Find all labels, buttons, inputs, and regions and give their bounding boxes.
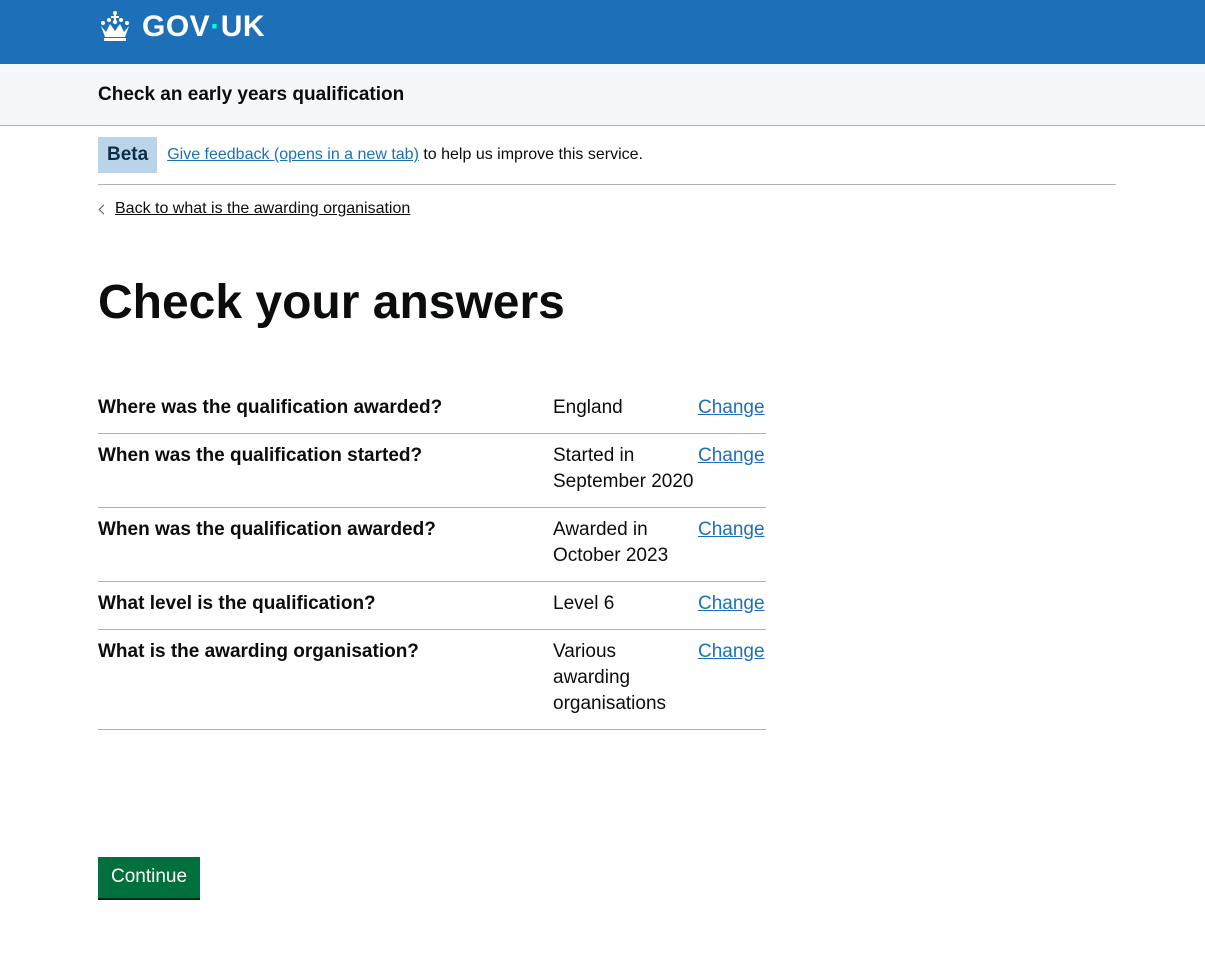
summary-value: Various awarding organisations xyxy=(553,641,667,714)
page-title: Check your answers xyxy=(98,276,565,329)
summary-action: Change xyxy=(698,395,765,421)
chevron-left-icon xyxy=(98,204,109,214)
summary-key: What level is the qualification? xyxy=(98,593,376,614)
change-link-awarded-date[interactable]: Change xyxy=(698,519,765,540)
continue-button[interactable]: Continue xyxy=(98,857,201,898)
summary-action: Change xyxy=(698,639,765,717)
change-link-level[interactable]: Change xyxy=(698,593,765,614)
summary-key: Where was the qualification awarded? xyxy=(98,397,443,418)
back-link[interactable]: Back to what is the awarding organisatio… xyxy=(98,200,410,218)
phase-banner: Beta Give feedback (opens in a new tab) … xyxy=(98,137,1116,185)
back-link-label: Back to what is the awarding organisatio… xyxy=(115,200,411,217)
summary-key: What is the awarding organisation? xyxy=(98,641,419,662)
service-navigation: Check an early years qualification xyxy=(0,64,1205,126)
summary-value: England xyxy=(553,397,623,418)
summary-value: Started in September 2020 xyxy=(553,445,694,492)
summary-value: Awarded in October 2023 xyxy=(553,519,669,566)
summary-key: When was the qualification started? xyxy=(98,445,423,466)
govuk-logo-text: GOV·UK xyxy=(142,10,266,43)
summary-row: When was the qualification started? Star… xyxy=(98,434,766,508)
summary-row: Where was the qualification awarded? Eng… xyxy=(98,386,766,434)
summary-row: What level is the qualification? Level 6… xyxy=(98,582,766,630)
summary-row: When was the qualification awarded? Awar… xyxy=(98,508,766,582)
site-header: GOV·UK xyxy=(0,0,1205,64)
summary-list: Where was the qualification awarded? Eng… xyxy=(98,386,766,730)
service-name-link[interactable]: Check an early years qualification xyxy=(98,84,404,106)
summary-action: Change xyxy=(698,443,765,495)
change-link-country[interactable]: Change xyxy=(698,397,765,418)
summary-action: Change xyxy=(698,591,765,617)
change-link-start-date[interactable]: Change xyxy=(698,445,765,466)
phase-banner-text: Give feedback (opens in a new tab) to he… xyxy=(167,146,643,164)
summary-key: When was the qualification awarded? xyxy=(98,519,436,540)
summary-value: Level 6 xyxy=(553,593,615,614)
change-link-awarding-organisation[interactable]: Change xyxy=(698,641,765,662)
crown-icon xyxy=(101,11,129,41)
feedback-link[interactable]: Give feedback (opens in a new tab) xyxy=(167,146,419,163)
phase-tag: Beta xyxy=(98,137,158,173)
summary-action: Change xyxy=(698,517,765,569)
summary-row: What is the awarding organisation? Vario… xyxy=(98,630,766,730)
phase-banner-suffix: to help us improve this service. xyxy=(418,146,643,163)
govuk-logo-link[interactable]: GOV·UK xyxy=(98,10,265,44)
